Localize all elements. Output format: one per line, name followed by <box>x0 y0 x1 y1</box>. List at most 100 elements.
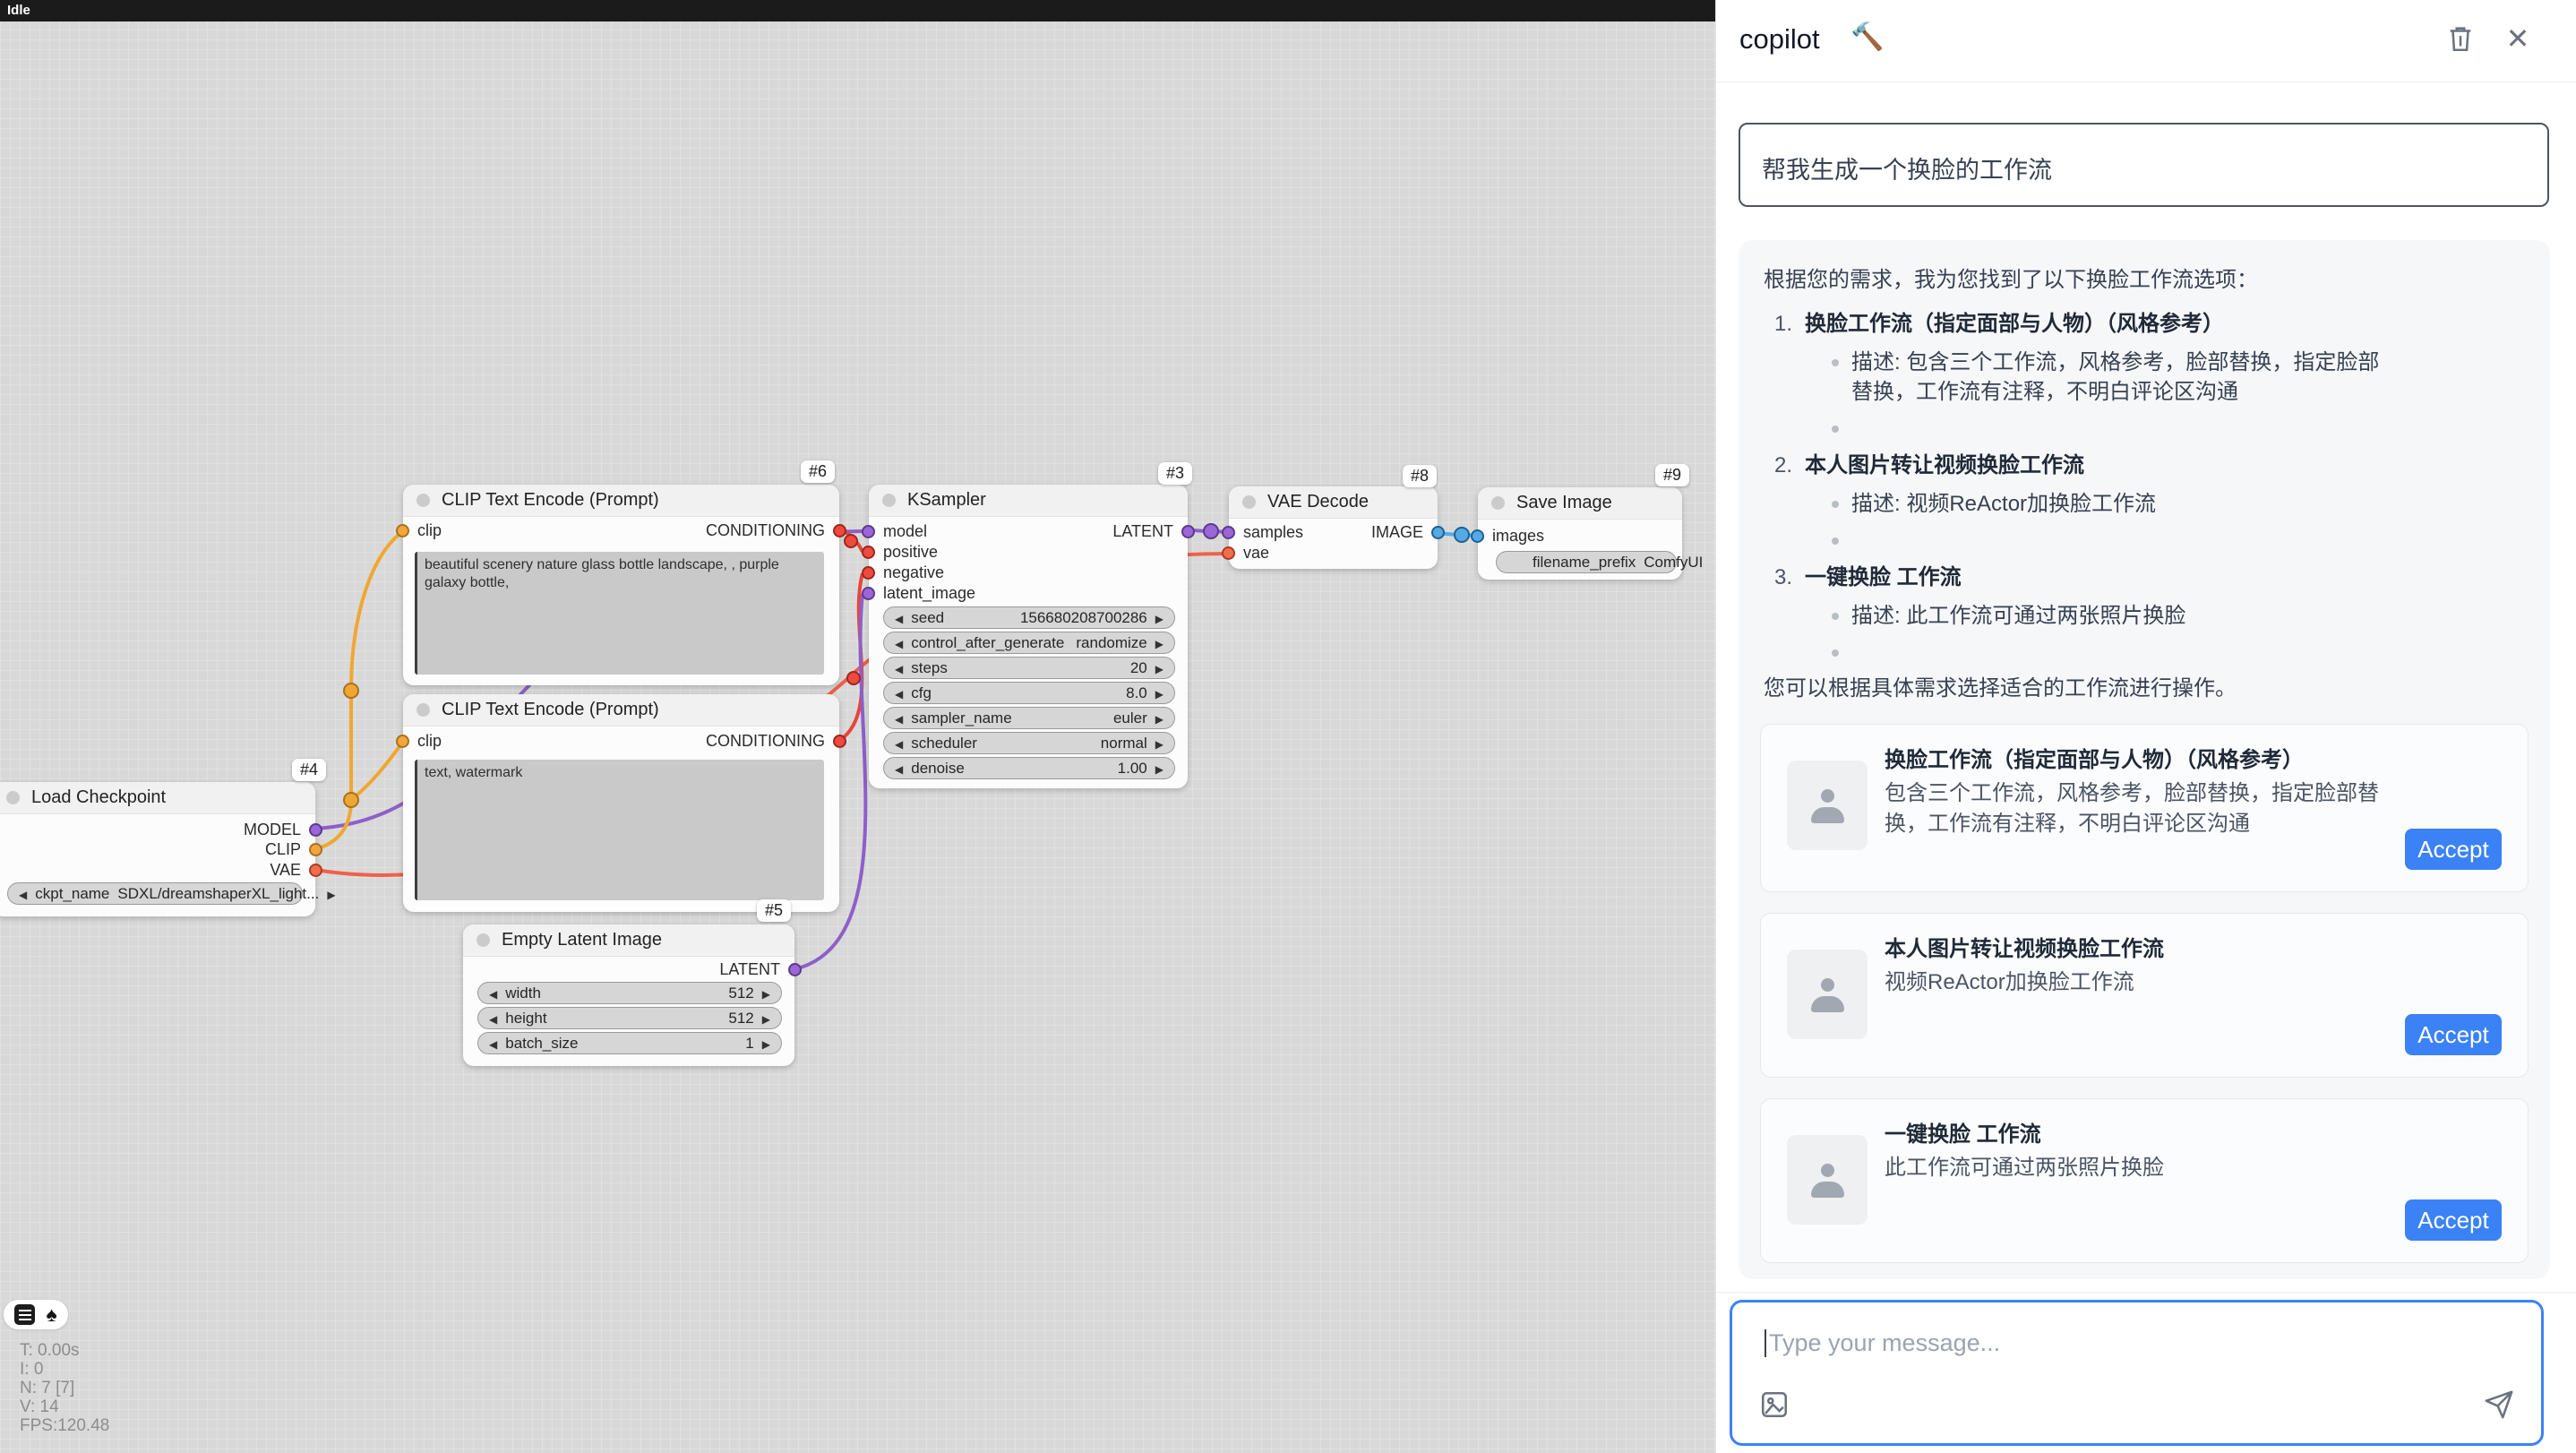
arrow-left-icon[interactable] <box>895 684 903 702</box>
images-port[interactable] <box>1471 529 1484 543</box>
collapse-dot-icon[interactable] <box>882 494 896 507</box>
node-title-bar[interactable]: Load Checkpoint <box>0 782 315 814</box>
collapse-dot-icon[interactable] <box>477 933 490 947</box>
node-save-image[interactable]: Save Image images filename_prefixComfyUI <box>1478 487 1682 580</box>
widget-steps[interactable]: steps20 <box>883 657 1175 679</box>
widget-batch-size[interactable]: batch_size1 <box>477 1032 782 1054</box>
clip-port[interactable] <box>396 524 409 537</box>
arrow-right-icon[interactable] <box>1155 760 1163 778</box>
prompt-textarea[interactable]: text, watermark <box>415 760 824 900</box>
samples-port[interactable] <box>1222 526 1235 539</box>
node-load-checkpoint[interactable]: Load Checkpoint MODEL CLIP VAE ckpt_name… <box>0 782 315 916</box>
arrow-right-icon[interactable] <box>1155 659 1163 677</box>
negative-port[interactable] <box>862 566 875 580</box>
latent-port[interactable] <box>1181 525 1195 538</box>
reroute-dot[interactable] <box>845 535 857 547</box>
reroute-dot[interactable] <box>344 793 358 807</box>
arrow-left-icon[interactable] <box>895 709 903 727</box>
arrow-left-icon[interactable] <box>489 984 497 1002</box>
panel-header: copilot 🔨 ✕ <box>1716 0 2576 82</box>
collapse-dot-icon[interactable] <box>1491 496 1505 510</box>
widget-control-after-generate[interactable]: control_after_generaterandomize <box>883 632 1175 654</box>
arrow-left-icon[interactable] <box>19 885 27 903</box>
arrow-right-icon[interactable] <box>762 984 770 1002</box>
node-title-bar[interactable]: KSampler <box>869 485 1188 517</box>
node-canvas[interactable]: Idle #4 Load Checkpoint MODEL CLIP VAE <box>0 0 1715 1453</box>
model-port[interactable] <box>309 823 322 837</box>
node-title-bar[interactable]: CLIP Text Encode (Prompt) <box>403 485 839 517</box>
clear-chat-button[interactable] <box>2445 23 2476 54</box>
clip-port[interactable] <box>396 735 409 748</box>
node-clip-text-encode-positive[interactable]: CLIP Text Encode (Prompt) clip CONDITION… <box>403 485 839 685</box>
arrow-right-icon[interactable] <box>1155 684 1163 702</box>
arrow-left-icon[interactable] <box>489 1035 497 1053</box>
accept-button[interactable]: Accept <box>2405 1014 2502 1055</box>
widget-width[interactable]: width512 <box>477 982 782 1004</box>
widget-denoise[interactable]: denoise1.00 <box>883 757 1175 779</box>
spade-icon[interactable]: ♠ <box>47 1304 57 1325</box>
accept-button[interactable]: Accept <box>2405 1199 2502 1241</box>
arrow-left-icon[interactable] <box>895 609 903 627</box>
accept-button[interactable]: Accept <box>2405 829 2502 870</box>
image-port[interactable] <box>1431 526 1445 539</box>
list-bullet-empty <box>1832 638 2387 661</box>
arrow-right-icon[interactable] <box>1155 634 1163 652</box>
conditioning-port[interactable] <box>833 735 846 748</box>
arrow-left-icon[interactable] <box>489 1010 497 1027</box>
positive-port[interactable] <box>862 546 875 559</box>
node-title-bar[interactable]: VAE Decode <box>1229 486 1438 519</box>
workflow-cards: 换脸工作流（指定面部与人物）（风格参考） 包含三个工作流，风格参考，脸部替换，指… <box>1760 724 2529 1263</box>
close-icon[interactable]: ✕ <box>2503 23 2533 54</box>
collapse-dot-icon[interactable] <box>6 791 20 804</box>
collapse-dot-icon[interactable] <box>1242 495 1256 509</box>
arrow-right-icon[interactable] <box>762 1035 770 1053</box>
widget-scheduler[interactable]: schedulernormal <box>883 732 1175 754</box>
collapse-dot-icon[interactable] <box>416 703 430 717</box>
node-title: Load Checkpoint <box>31 787 166 808</box>
reroute-dot[interactable] <box>847 672 860 684</box>
widget-cfg[interactable]: cfg8.0 <box>883 682 1175 704</box>
widget-height[interactable]: height512 <box>477 1007 782 1029</box>
arrow-left-icon[interactable] <box>895 760 903 778</box>
widget-ckpt-name[interactable]: ckpt_nameSDXL/dreamshaperXL_light... <box>7 882 303 905</box>
conditioning-port[interactable] <box>833 524 846 537</box>
node-title-bar[interactable]: Save Image <box>1478 487 1682 520</box>
node-title: VAE Decode <box>1267 492 1369 512</box>
latent-image-port[interactable] <box>862 587 875 600</box>
node-clip-text-encode-negative[interactable]: CLIP Text Encode (Prompt) clip CONDITION… <box>403 694 839 912</box>
reroute-dot[interactable] <box>1204 524 1218 538</box>
option-title: 一键换脸 工作流 <box>1805 562 1962 594</box>
node-vae-decode[interactable]: VAE Decode samples vae IMAGE <box>1229 486 1438 569</box>
widget-filename-prefix[interactable]: filename_prefixComfyUI <box>1496 551 1677 573</box>
collapse-dot-icon[interactable] <box>416 494 430 507</box>
send-icon[interactable] <box>2484 1389 2514 1420</box>
arrow-right-icon[interactable] <box>327 885 335 903</box>
node-ksampler[interactable]: KSampler model positive negative latent_… <box>869 485 1188 788</box>
menu-icon[interactable] <box>14 1304 35 1325</box>
reroute-dot[interactable] <box>344 684 358 698</box>
status-label: Idle <box>7 3 30 18</box>
node-title-bar[interactable]: Empty Latent Image <box>463 924 794 957</box>
arrow-left-icon[interactable] <box>895 659 903 677</box>
prompt-textarea[interactable]: beautiful scenery nature glass bottle la… <box>415 552 824 675</box>
list-bullet-empty <box>1832 526 2387 549</box>
vae-port[interactable] <box>309 864 322 877</box>
widget-seed[interactable]: seed156680208700286 <box>883 606 1175 629</box>
latent-port[interactable] <box>788 963 802 976</box>
input-slot-clip: clip <box>396 731 442 751</box>
arrow-right-icon[interactable] <box>1155 609 1163 627</box>
message-input[interactable]: Type your message... <box>1730 1300 2544 1446</box>
arrow-right-icon[interactable] <box>1155 735 1163 752</box>
attach-image-icon[interactable] <box>1759 1389 1790 1420</box>
arrow-left-icon[interactable] <box>895 634 903 652</box>
arrow-left-icon[interactable] <box>895 735 903 752</box>
clip-port[interactable] <box>309 843 322 856</box>
reroute-dot[interactable] <box>1455 528 1469 542</box>
model-port[interactable] <box>862 525 875 538</box>
arrow-right-icon[interactable] <box>762 1010 770 1027</box>
arrow-right-icon[interactable] <box>1155 709 1163 727</box>
node-title-bar[interactable]: CLIP Text Encode (Prompt) <box>403 694 839 726</box>
node-empty-latent-image[interactable]: Empty Latent Image LATENT width512 heigh… <box>463 924 794 1066</box>
vae-port[interactable] <box>1222 546 1235 560</box>
widget-sampler-name[interactable]: sampler_nameeuler <box>883 707 1175 729</box>
